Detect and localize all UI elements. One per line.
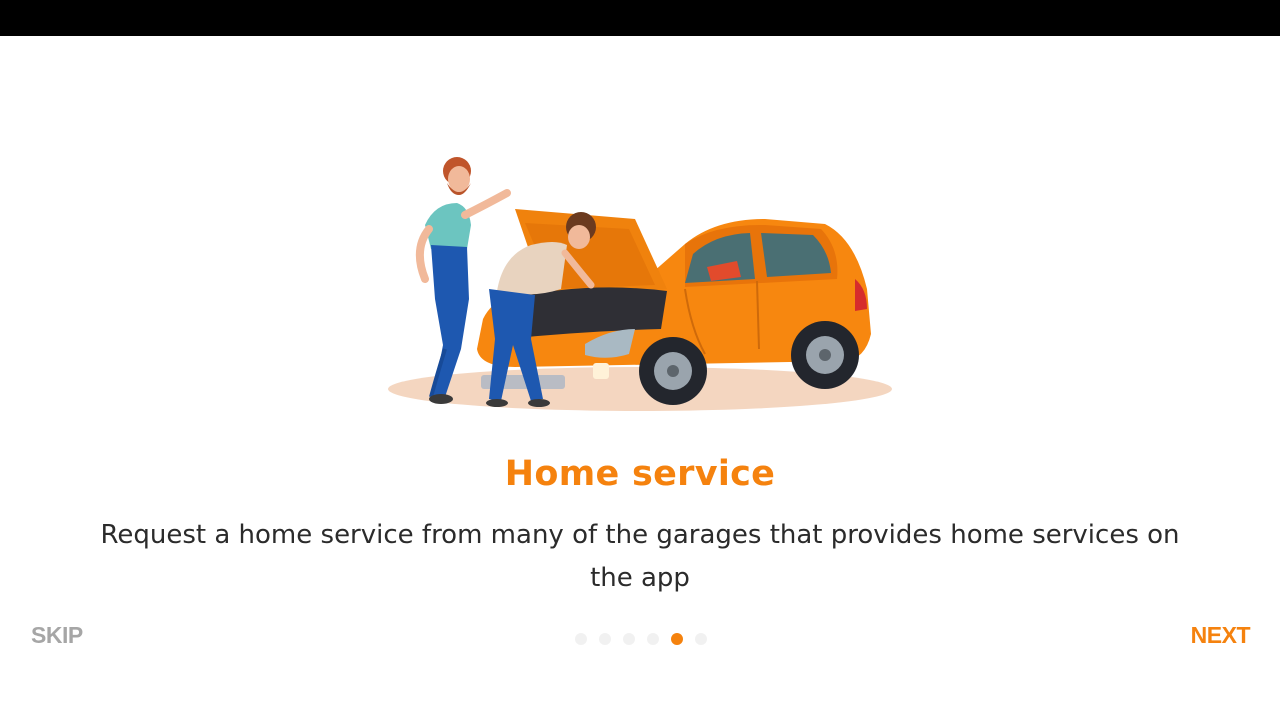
page-dot-4[interactable] xyxy=(647,633,659,645)
page-dot-6[interactable] xyxy=(695,633,707,645)
page-indicator xyxy=(575,633,707,645)
onboarding-title: Home service xyxy=(504,454,776,494)
page-dot-5[interactable] xyxy=(671,633,683,645)
onboarding-description: Request a home service from many of the … xyxy=(100,520,1180,593)
status-bar xyxy=(0,0,1280,36)
onboarding-screen: Home service Request a home service from… xyxy=(0,36,1280,720)
page-dot-1[interactable] xyxy=(575,633,587,645)
page-dot-2[interactable] xyxy=(599,633,611,645)
mechanics-repairing-car-illustration xyxy=(388,157,892,411)
next-button[interactable]: NEXT xyxy=(1191,622,1251,649)
page-dot-3[interactable] xyxy=(623,633,635,645)
skip-button[interactable]: SKIP xyxy=(31,622,83,649)
